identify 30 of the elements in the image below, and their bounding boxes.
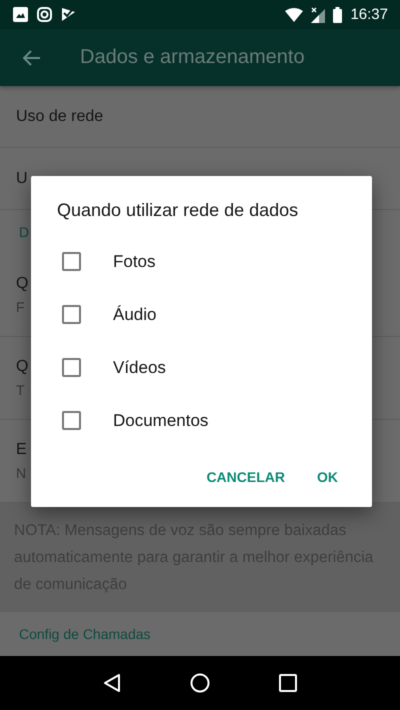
dialog-title: Quando utilizar rede de dados [56, 200, 300, 221]
setting-title[interactable]: Uso de rede [16, 108, 104, 126]
section-header: D [19, 224, 30, 240]
battery-icon [333, 6, 342, 23]
checkbox[interactable] [62, 252, 81, 271]
option-label[interactable]: Documentos [113, 410, 208, 430]
setting-title[interactable]: E [16, 441, 27, 459]
setting-title[interactable]: Q [16, 275, 28, 293]
setting-title[interactable]: Q [16, 358, 28, 376]
checkbox[interactable] [62, 358, 81, 377]
image-icon [13, 7, 28, 22]
home-icon[interactable] [190, 673, 210, 693]
dialog-button[interactable]: CANCELAR [194, 459, 297, 495]
option-label[interactable]: Fotos [113, 252, 156, 272]
checkbox[interactable] [62, 411, 81, 430]
camera-icon [37, 7, 52, 22]
back-icon[interactable] [102, 673, 121, 693]
option-label[interactable]: Vídeos [113, 358, 166, 378]
clock-time: 16:37 [350, 6, 388, 24]
back-arrow-icon[interactable] [23, 50, 41, 66]
wifi-icon [285, 8, 304, 22]
check-flag-icon [61, 7, 76, 22]
recents-icon[interactable] [279, 674, 298, 692]
checkbox[interactable] [62, 305, 81, 324]
signal-icon [311, 6, 326, 23]
setting-title[interactable]: U [16, 170, 28, 188]
screen-title: Dados e armazenamento [80, 46, 305, 70]
dialog-button[interactable]: OK [305, 459, 350, 495]
option-label[interactable]: Áudio [113, 304, 156, 324]
section-header: Config de Chamadas [19, 626, 151, 642]
